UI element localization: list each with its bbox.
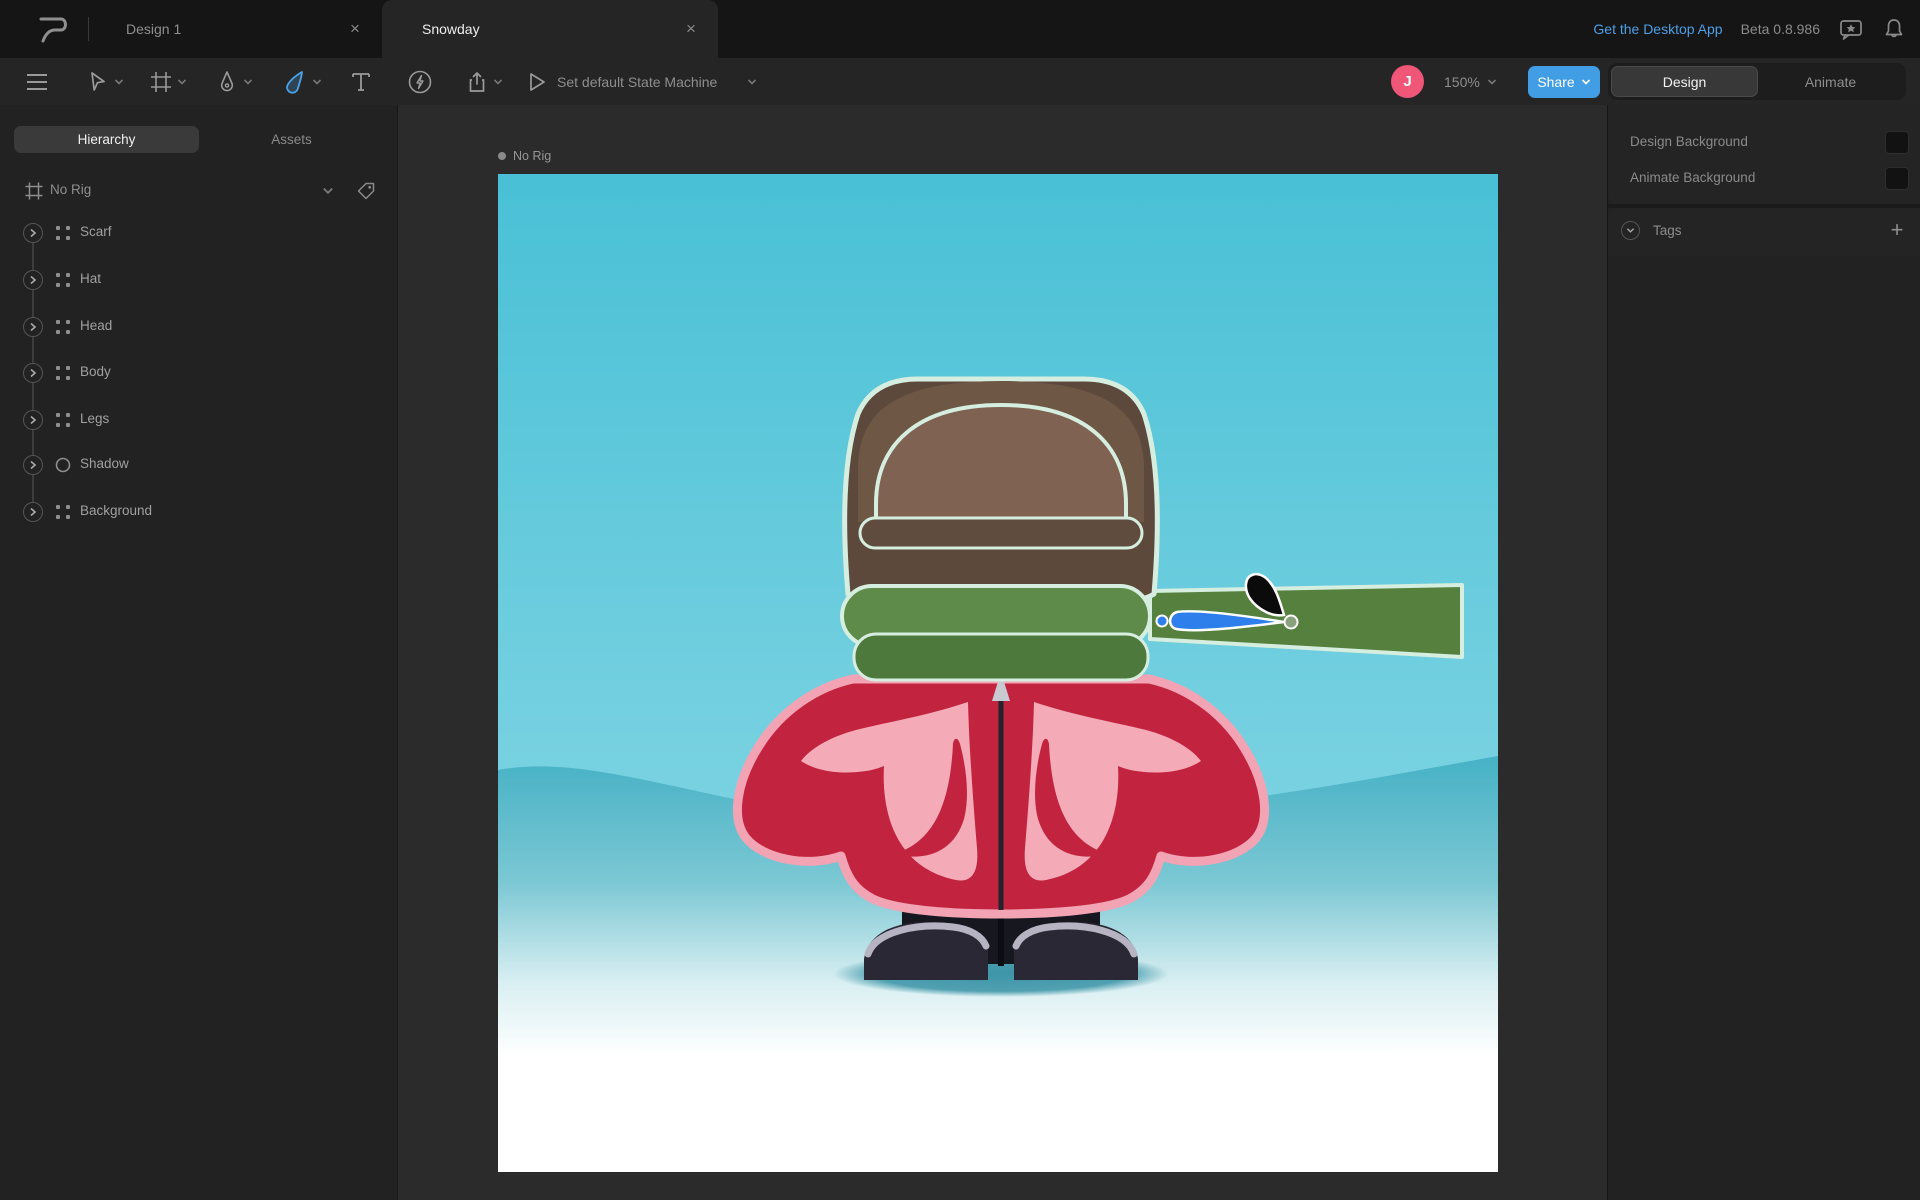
share-chevron-icon [1581,78,1591,86]
state-machine-chevron-icon[interactable] [745,58,759,105]
pen-tool-icon[interactable] [213,58,241,105]
tab-design-1[interactable]: Design 1 × [100,0,382,58]
design-background-row: Design Background [1608,131,1920,155]
share-button-label: Share [1537,74,1574,90]
tab-hierarchy[interactable]: Hierarchy [14,126,199,153]
inspector-background-section: Design Background Animate Background [1608,105,1920,204]
tab-snowday-close-icon[interactable]: × [676,14,706,44]
artboard-title-label: No Rig [513,149,551,163]
rig-selector-label: No Rig [50,182,91,197]
topbar-right-group: Get the Desktop App Beta 0.8.986 [1593,0,1906,58]
bone-end-joint[interactable] [1285,616,1298,629]
zoom-chevron-icon [1487,78,1497,86]
ellipse-icon [55,457,71,473]
panel-tabs: Hierarchy Assets [14,126,384,153]
main-toolbar: Set default State Machine J 150% Share D… [0,58,1920,105]
window-tab-bar: Design 1 × Snowday × Get the Desktop App… [0,0,1920,58]
share-button[interactable]: Share [1528,66,1600,98]
artboard-icon [24,181,44,201]
feedback-icon[interactable] [1838,17,1864,41]
hierarchy-item-scarf[interactable]: Scarf [0,223,398,253]
logo-divider [88,17,89,41]
artboard-tool-icon[interactable] [147,58,175,105]
get-desktop-app-link[interactable]: Get the Desktop App [1593,21,1722,37]
group-icon [55,272,71,288]
expand-chevron-icon[interactable] [23,317,43,337]
group-icon [55,225,71,241]
tags-section: Tags + [1608,208,1920,256]
tab-design-1-close-icon[interactable]: × [340,14,370,44]
animate-background-swatch[interactable] [1885,167,1909,190]
snowday-artwork[interactable] [498,174,1498,1172]
hierarchy-item-hat[interactable]: Hat [0,270,398,300]
expand-chevron-icon[interactable] [23,410,43,430]
tags-collapse-chevron-icon[interactable] [1621,221,1640,240]
animate-background-row: Animate Background [1608,167,1920,191]
hat-brim [860,518,1142,548]
events-lightning-icon[interactable] [406,58,434,105]
select-tool-icon[interactable] [84,58,112,105]
hamburger-menu-icon[interactable] [22,58,52,105]
state-machine-label: Set default State Machine [557,74,717,90]
expand-chevron-icon[interactable] [23,270,43,290]
hierarchy-item-shadow[interactable]: Shadow [0,455,398,485]
tab-design-1-label: Design 1 [100,21,340,37]
pen-tool-chevron-icon[interactable] [241,58,255,105]
bone-tool-icon-selected[interactable] [280,58,310,105]
state-machine-selector[interactable]: Set default State Machine [557,58,717,105]
export-chevron-icon[interactable] [491,58,505,105]
notifications-bell-icon[interactable] [1882,17,1906,41]
expand-chevron-icon[interactable] [23,223,43,243]
export-share-icon[interactable] [463,58,491,105]
select-tool-chevron-icon[interactable] [112,58,126,105]
group-icon [55,504,71,520]
mode-design-segment[interactable]: Design [1611,66,1758,97]
text-tool-icon[interactable] [347,58,375,105]
group-icon [55,412,71,428]
artboard-tool-chevron-icon[interactable] [175,58,189,105]
animate-background-label: Animate Background [1630,170,1755,185]
hierarchy-item-head[interactable]: Head [0,317,398,347]
artwork-hat[interactable] [845,379,1158,599]
bone-origin-joint[interactable] [1157,616,1168,627]
rive-logo[interactable] [34,13,74,45]
rig-selector-row[interactable]: No Rig [0,177,398,205]
artboard[interactable] [498,174,1498,1172]
tab-snowday[interactable]: Snowday × [382,0,718,58]
mode-toggle: Design Animate [1608,63,1906,100]
rig-chevron-icon[interactable] [322,186,334,196]
expand-chevron-icon[interactable] [23,502,43,522]
hierarchy-item-body[interactable]: Body [0,363,398,393]
bone-tool-chevron-icon[interactable] [310,58,324,105]
hierarchy-panel: Hierarchy Assets No Rig Scarf Hat Head B… [0,105,398,1200]
add-tag-button[interactable]: + [1884,217,1910,243]
hierarchy-item-legs[interactable]: Legs [0,410,398,440]
artboard-title[interactable]: No Rig [498,149,551,163]
group-icon [55,319,71,335]
inspector-panel: Design Background Animate Background Tag… [1607,105,1920,1200]
user-avatar[interactable]: J [1391,65,1424,98]
zoom-control[interactable]: 150% [1444,58,1497,105]
artboard-state-dot [498,152,506,160]
zoom-level-value: 150% [1444,74,1480,90]
tab-snowday-label: Snowday [382,21,676,37]
mode-animate-segment[interactable]: Animate [1758,66,1903,97]
artwork-scarf[interactable] [842,586,1150,680]
play-state-machine-icon[interactable] [524,58,550,105]
expand-chevron-icon[interactable] [23,363,43,383]
tag-icon[interactable] [356,181,376,201]
stage-canvas[interactable]: No Rig [398,105,1607,1200]
expand-chevron-icon[interactable] [23,455,43,475]
design-background-label: Design Background [1630,134,1748,149]
tags-label: Tags [1653,223,1682,238]
beta-version-label: Beta 0.8.986 [1741,21,1820,37]
design-background-swatch[interactable] [1885,131,1909,154]
group-icon [55,365,71,381]
hierarchy-item-background[interactable]: Background [0,502,398,532]
tab-assets[interactable]: Assets [199,126,384,153]
